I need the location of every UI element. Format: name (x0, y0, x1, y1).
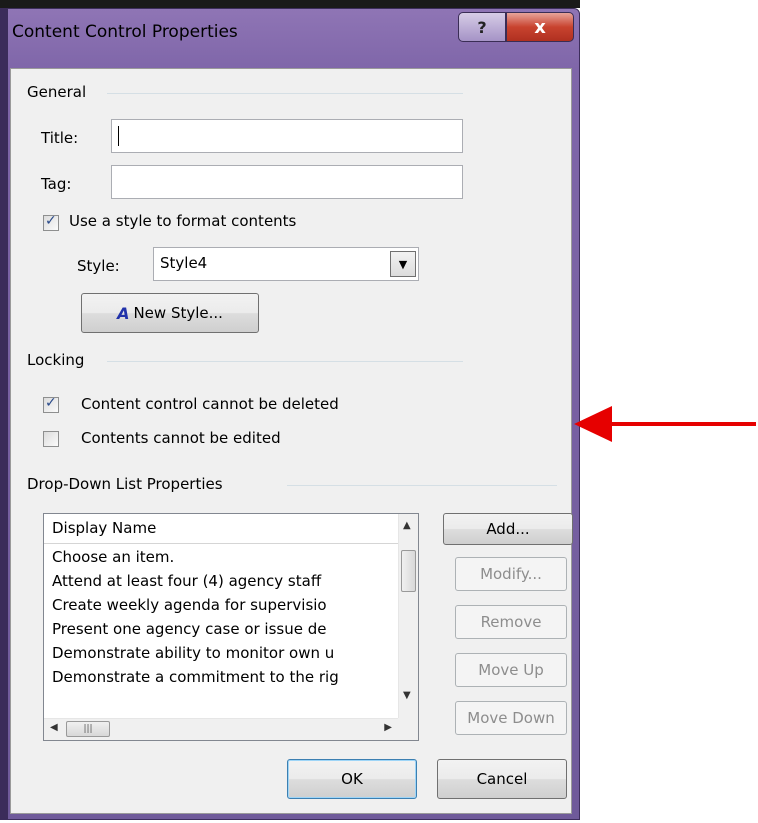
add-button[interactable]: Add... (443, 513, 573, 545)
close-icon: x (534, 16, 546, 38)
cancel-button-label: Cancel (476, 770, 528, 788)
list-item[interactable]: Attend at least four (4) agency staff (52, 572, 396, 590)
scrollbar-corner (398, 718, 418, 740)
modify-button[interactable]: Modify... (455, 557, 567, 591)
move-down-button-label: Move Down (467, 709, 555, 727)
list-item[interactable]: Present one agency case or issue de (52, 620, 396, 638)
list-item[interactable]: Demonstrate ability to monitor own u (52, 644, 396, 662)
locking-section-label: Locking (27, 351, 85, 369)
list-column-header[interactable]: Display Name (44, 514, 398, 544)
list-item[interactable]: Demonstrate a commitment to the rig (52, 668, 396, 686)
vertical-scroll-thumb[interactable] (401, 550, 416, 592)
dropdown-section-label: Drop-Down List Properties (27, 475, 223, 493)
text-caret (118, 126, 119, 146)
tag-input[interactable] (111, 165, 463, 199)
close-button[interactable]: x (506, 12, 574, 42)
cannot-delete-label: Content control cannot be deleted (81, 395, 339, 413)
help-icon: ? (477, 17, 487, 37)
window-edge (0, 8, 8, 820)
general-section-label: General (27, 83, 87, 101)
new-style-icon: A (117, 303, 130, 323)
title-input[interactable] (111, 119, 463, 153)
checkbox-checked-icon: ✓ (45, 395, 57, 411)
scroll-left-icon[interactable]: ◀ (50, 722, 58, 733)
general-divider (107, 93, 463, 94)
cannot-edit-label: Contents cannot be edited (81, 429, 281, 447)
dialog-title: Content Control Properties (12, 22, 238, 42)
move-down-button[interactable]: Move Down (455, 701, 567, 735)
dropdown-divider (287, 485, 557, 486)
background-strip (0, 0, 580, 8)
cancel-button[interactable]: Cancel (437, 759, 567, 799)
title-label: Title: (41, 129, 79, 147)
dialog-body: General Title: Tag: ✓ Use a style to for… (10, 68, 573, 814)
add-button-label: Add... (486, 520, 530, 538)
help-button[interactable]: ? (458, 12, 506, 42)
remove-button-label: Remove (480, 613, 542, 631)
cannot-edit-checkbox[interactable] (43, 431, 59, 447)
use-style-checkbox[interactable]: ✓ (43, 213, 59, 231)
horizontal-scroll-thumb[interactable]: ||| (66, 721, 110, 737)
style-select[interactable]: Style4 ▼ (153, 247, 419, 281)
list-item[interactable]: Choose an item. (52, 548, 396, 566)
ok-button-label: OK (341, 770, 363, 788)
list-item[interactable]: Create weekly agenda for supervisio (52, 596, 396, 614)
new-style-label: New Style... (133, 304, 223, 322)
locking-divider (107, 361, 463, 362)
scroll-up-icon[interactable]: ▲ (403, 520, 411, 531)
move-up-button-label: Move Up (478, 661, 544, 679)
dropdown-arrow-icon[interactable]: ▼ (390, 251, 416, 277)
red-arrow-annotation (574, 406, 756, 442)
dropdown-items-list[interactable]: Display Name Choose an item. Attend at l… (43, 513, 419, 741)
checkbox-checked-icon: ✓ (45, 213, 57, 229)
remove-button[interactable]: Remove (455, 605, 567, 639)
ok-button[interactable]: OK (287, 759, 417, 799)
vertical-scrollbar[interactable]: ▲ ▼ (398, 514, 418, 720)
style-label: Style: (77, 257, 120, 275)
horizontal-scrollbar[interactable]: ◀ ||| ▶ (44, 718, 398, 740)
tag-label: Tag: (41, 175, 72, 193)
scroll-right-icon[interactable]: ▶ (384, 722, 392, 733)
style-selected-value: Style4 (160, 254, 208, 272)
move-up-button[interactable]: Move Up (455, 653, 567, 687)
scroll-down-icon[interactable]: ▼ (403, 690, 411, 701)
new-style-button[interactable]: A New Style... (81, 293, 259, 333)
use-style-label: Use a style to format contents (69, 212, 297, 230)
modify-button-label: Modify... (480, 565, 542, 583)
cannot-delete-checkbox[interactable]: ✓ (43, 395, 59, 413)
